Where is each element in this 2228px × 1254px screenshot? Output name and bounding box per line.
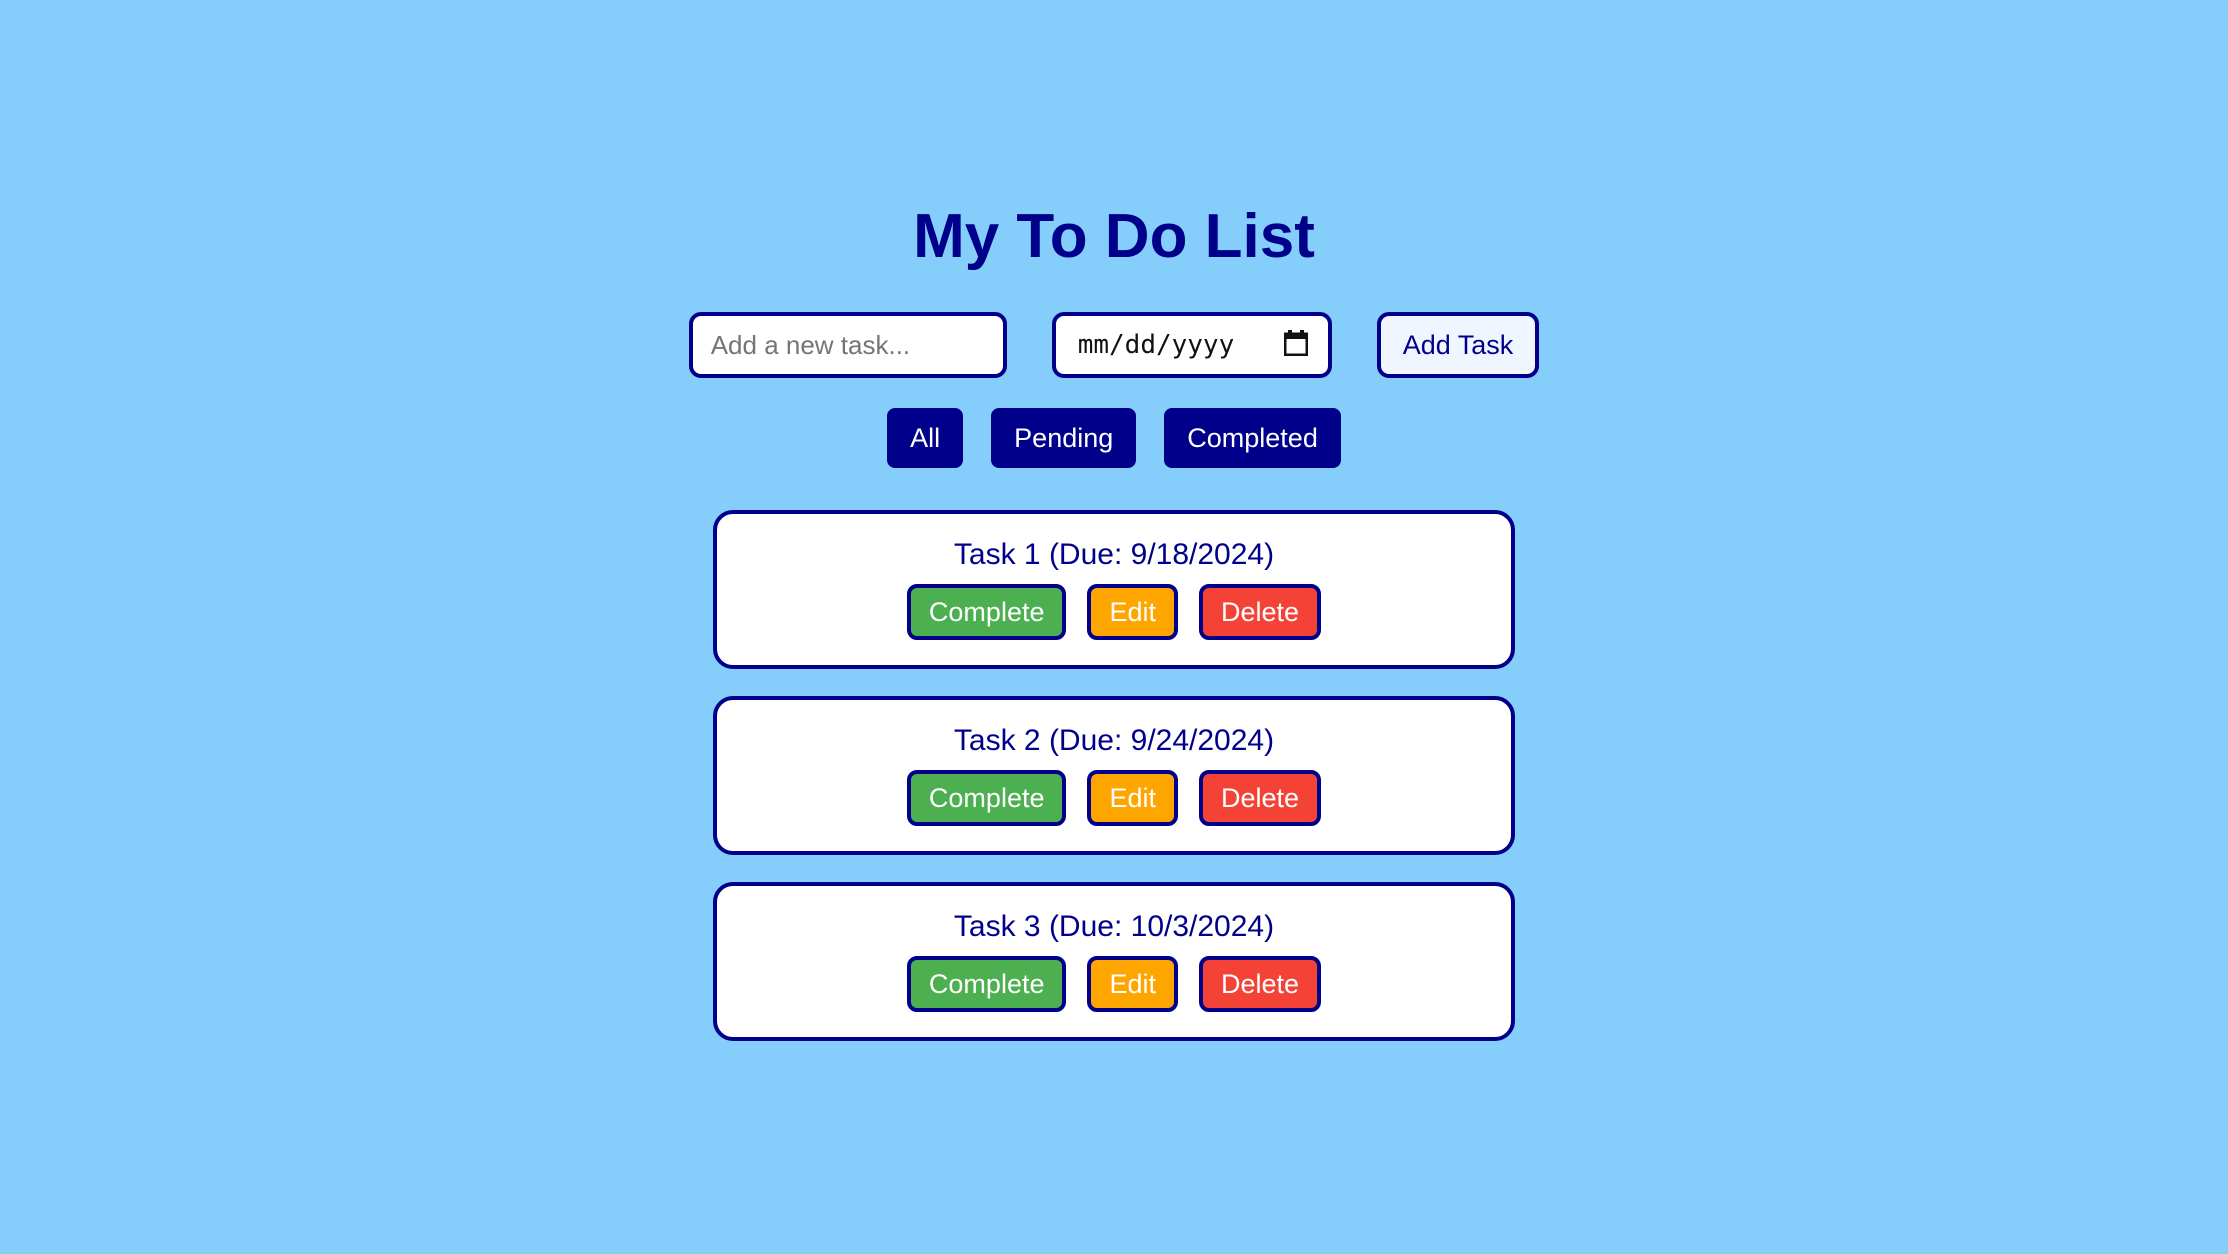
due-date-input[interactable]: mm/dd/yyyy: [1051, 312, 1332, 378]
add-task-form: mm/dd/yyyy Add Task: [688, 312, 1540, 378]
edit-button[interactable]: Edit: [1087, 770, 1179, 826]
delete-button[interactable]: Delete: [1199, 770, 1322, 826]
task-list: Task 1 (Due: 9/18/2024) Complete Edit De…: [713, 510, 1515, 1041]
new-task-input[interactable]: [688, 312, 1007, 378]
task-actions: Complete Edit Delete: [906, 770, 1322, 826]
due-date-placeholder: mm/dd/yyyy: [1077, 330, 1235, 360]
todo-app: My To Do List mm/dd/yyyy Add Task All Pe…: [0, 0, 2228, 1254]
edit-button[interactable]: Edit: [1087, 584, 1179, 640]
add-task-button[interactable]: Add Task: [1376, 312, 1540, 378]
page-title: My To Do List: [913, 202, 1315, 271]
task-actions: Complete Edit Delete: [906, 956, 1322, 1012]
delete-button[interactable]: Delete: [1199, 584, 1322, 640]
filter-button-completed[interactable]: Completed: [1164, 408, 1341, 468]
task-title: Task 1 (Due: 9/18/2024): [953, 538, 1275, 571]
filter-button-all[interactable]: All: [887, 408, 964, 468]
task-actions: Complete Edit Delete: [906, 584, 1322, 640]
calendar-icon[interactable]: [1283, 329, 1309, 361]
complete-button[interactable]: Complete: [906, 584, 1067, 640]
edit-button[interactable]: Edit: [1087, 956, 1179, 1012]
task-row: Task 3 (Due: 10/3/2024) Complete Edit De…: [713, 882, 1515, 1041]
filter-bar: All Pending Completed: [887, 408, 1341, 468]
task-title: Task 3 (Due: 10/3/2024): [953, 910, 1275, 943]
complete-button[interactable]: Complete: [906, 956, 1067, 1012]
task-row: Task 1 (Due: 9/18/2024) Complete Edit De…: [713, 510, 1515, 669]
task-row: Task 2 (Due: 9/24/2024) Complete Edit De…: [713, 696, 1515, 855]
filter-button-pending[interactable]: Pending: [991, 408, 1137, 468]
task-title: Task 2 (Due: 9/24/2024): [953, 724, 1275, 757]
delete-button[interactable]: Delete: [1199, 956, 1322, 1012]
complete-button[interactable]: Complete: [906, 770, 1067, 826]
